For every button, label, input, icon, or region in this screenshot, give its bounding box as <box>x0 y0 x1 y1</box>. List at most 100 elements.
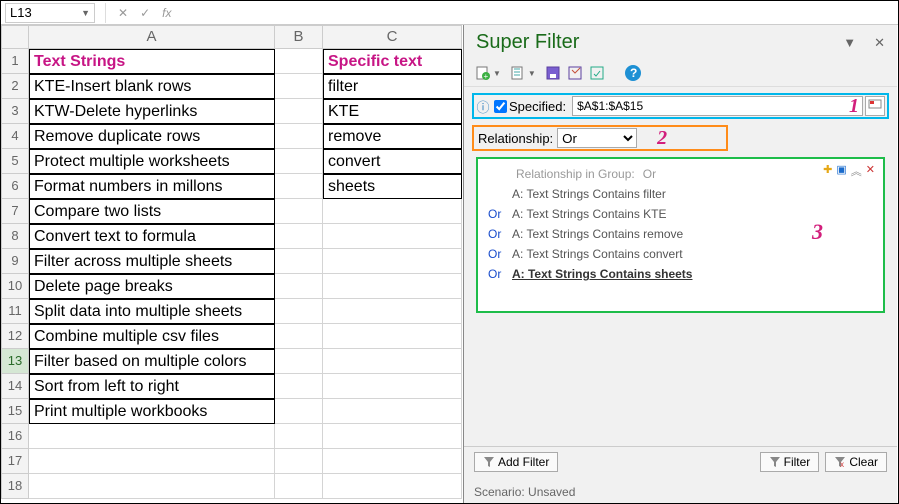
range-picker-icon[interactable] <box>865 96 885 116</box>
row-header[interactable]: 10 <box>1 274 29 299</box>
cell[interactable] <box>275 249 323 274</box>
cell[interactable]: Combine multiple csv files <box>29 324 275 349</box>
specified-checkbox[interactable] <box>494 100 507 113</box>
row-header[interactable]: 7 <box>1 199 29 224</box>
cell[interactable] <box>275 349 323 374</box>
paste-condition-icon[interactable]: ▣ <box>836 163 846 179</box>
filter-condition[interactable]: A: Text Strings Contains filter <box>488 187 873 201</box>
cell[interactable] <box>29 449 275 474</box>
cell[interactable] <box>275 149 323 174</box>
collapse-icon[interactable]: ︽ <box>851 163 862 179</box>
cell[interactable] <box>275 199 323 224</box>
cell[interactable]: KTE <box>323 99 462 124</box>
cell[interactable] <box>323 324 462 349</box>
row-header[interactable]: 12 <box>1 324 29 349</box>
row-header[interactable]: 5 <box>1 149 29 174</box>
cell[interactable] <box>323 399 462 424</box>
new-scenario-icon[interactable]: + <box>474 64 492 82</box>
group-relationship-header[interactable]: Relationship in Group: Or <box>488 167 873 181</box>
cell[interactable] <box>275 274 323 299</box>
cell[interactable] <box>323 424 462 449</box>
cell[interactable] <box>275 474 323 499</box>
filter-button[interactable]: Filter <box>760 452 820 472</box>
cell[interactable]: Delete page breaks <box>29 274 275 299</box>
cell[interactable] <box>275 224 323 249</box>
cell[interactable] <box>275 324 323 349</box>
row-header[interactable]: 18 <box>1 474 29 499</box>
row-header[interactable]: 8 <box>1 224 29 249</box>
chevron-down-icon[interactable]: ▼ <box>528 69 536 78</box>
cell[interactable] <box>275 449 323 474</box>
cell[interactable] <box>29 424 275 449</box>
row-header[interactable]: 1 <box>1 49 29 74</box>
close-icon[interactable]: ✕ <box>874 35 885 51</box>
filter-condition[interactable]: OrA: Text Strings Contains convert <box>488 247 873 261</box>
cell[interactable]: Convert text to formula <box>29 224 275 249</box>
cell[interactable]: Compare two lists <box>29 199 275 224</box>
row-header[interactable]: 2 <box>1 74 29 99</box>
cell[interactable] <box>323 449 462 474</box>
cell[interactable] <box>323 474 462 499</box>
cell[interactable]: Print multiple workbooks <box>29 399 275 424</box>
cell[interactable] <box>275 99 323 124</box>
cancel-icon[interactable]: ✕ <box>118 6 128 20</box>
row-header[interactable]: 13 <box>1 349 29 374</box>
col-header-C[interactable]: C <box>323 25 462 49</box>
cell[interactable] <box>275 299 323 324</box>
cell[interactable]: convert <box>323 149 462 174</box>
cell[interactable] <box>323 224 462 249</box>
row-header[interactable]: 9 <box>1 249 29 274</box>
clear-button[interactable]: x Clear <box>825 452 887 472</box>
row-header[interactable]: 17 <box>1 449 29 474</box>
panel-menu-icon[interactable]: ▼ <box>843 35 856 51</box>
help-icon[interactable]: ? <box>624 64 642 82</box>
row-header[interactable]: 16 <box>1 424 29 449</box>
cell[interactable] <box>275 49 323 74</box>
fx-icon[interactable]: fx <box>162 6 171 20</box>
cell[interactable] <box>323 199 462 224</box>
cell[interactable] <box>275 399 323 424</box>
cell[interactable]: Split data into multiple sheets <box>29 299 275 324</box>
cell[interactable] <box>323 349 462 374</box>
enter-icon[interactable]: ✓ <box>140 6 150 20</box>
name-box[interactable]: L13 ▼ <box>5 3 95 23</box>
row-header[interactable]: 14 <box>1 374 29 399</box>
cell[interactable] <box>323 249 462 274</box>
row-header[interactable]: 4 <box>1 124 29 149</box>
cell[interactable]: Specific text <box>323 49 462 74</box>
open-scenario-icon[interactable] <box>509 64 527 82</box>
chevron-down-icon[interactable]: ▼ <box>493 69 501 78</box>
cell[interactable]: Text Strings <box>29 49 275 74</box>
cell[interactable]: KTE-Insert blank rows <box>29 74 275 99</box>
select-all-corner[interactable] <box>1 25 29 49</box>
remove-condition-icon[interactable]: ✕ <box>866 163 875 179</box>
cell[interactable] <box>323 299 462 324</box>
cell[interactable] <box>323 374 462 399</box>
add-condition-icon[interactable]: ✚ <box>823 163 832 179</box>
cell[interactable]: Protect multiple worksheets <box>29 149 275 174</box>
row-header[interactable]: 11 <box>1 299 29 324</box>
row-header[interactable]: 15 <box>1 399 29 424</box>
cell[interactable]: sheets <box>323 174 462 199</box>
cell[interactable] <box>275 174 323 199</box>
cell[interactable] <box>275 424 323 449</box>
save-icon[interactable] <box>544 64 562 82</box>
col-header-A[interactable]: A <box>29 25 275 49</box>
cell[interactable] <box>275 124 323 149</box>
cell[interactable]: Filter based on multiple colors <box>29 349 275 374</box>
cell[interactable] <box>29 474 275 499</box>
cell[interactable]: filter <box>323 74 462 99</box>
cell[interactable]: Sort from left to right <box>29 374 275 399</box>
cell[interactable]: Remove duplicate rows <box>29 124 275 149</box>
chevron-down-icon[interactable]: ▼ <box>81 8 90 18</box>
manage-icon[interactable] <box>588 64 606 82</box>
cell[interactable] <box>323 274 462 299</box>
cell[interactable] <box>275 74 323 99</box>
cell[interactable]: remove <box>323 124 462 149</box>
info-icon[interactable]: ⓘ <box>474 97 492 116</box>
cell[interactable]: Format numbers in millons <box>29 174 275 199</box>
cell[interactable]: KTW-Delete hyperlinks <box>29 99 275 124</box>
row-header[interactable]: 3 <box>1 99 29 124</box>
col-header-B[interactable]: B <box>275 25 323 49</box>
cell[interactable]: Filter across multiple sheets <box>29 249 275 274</box>
